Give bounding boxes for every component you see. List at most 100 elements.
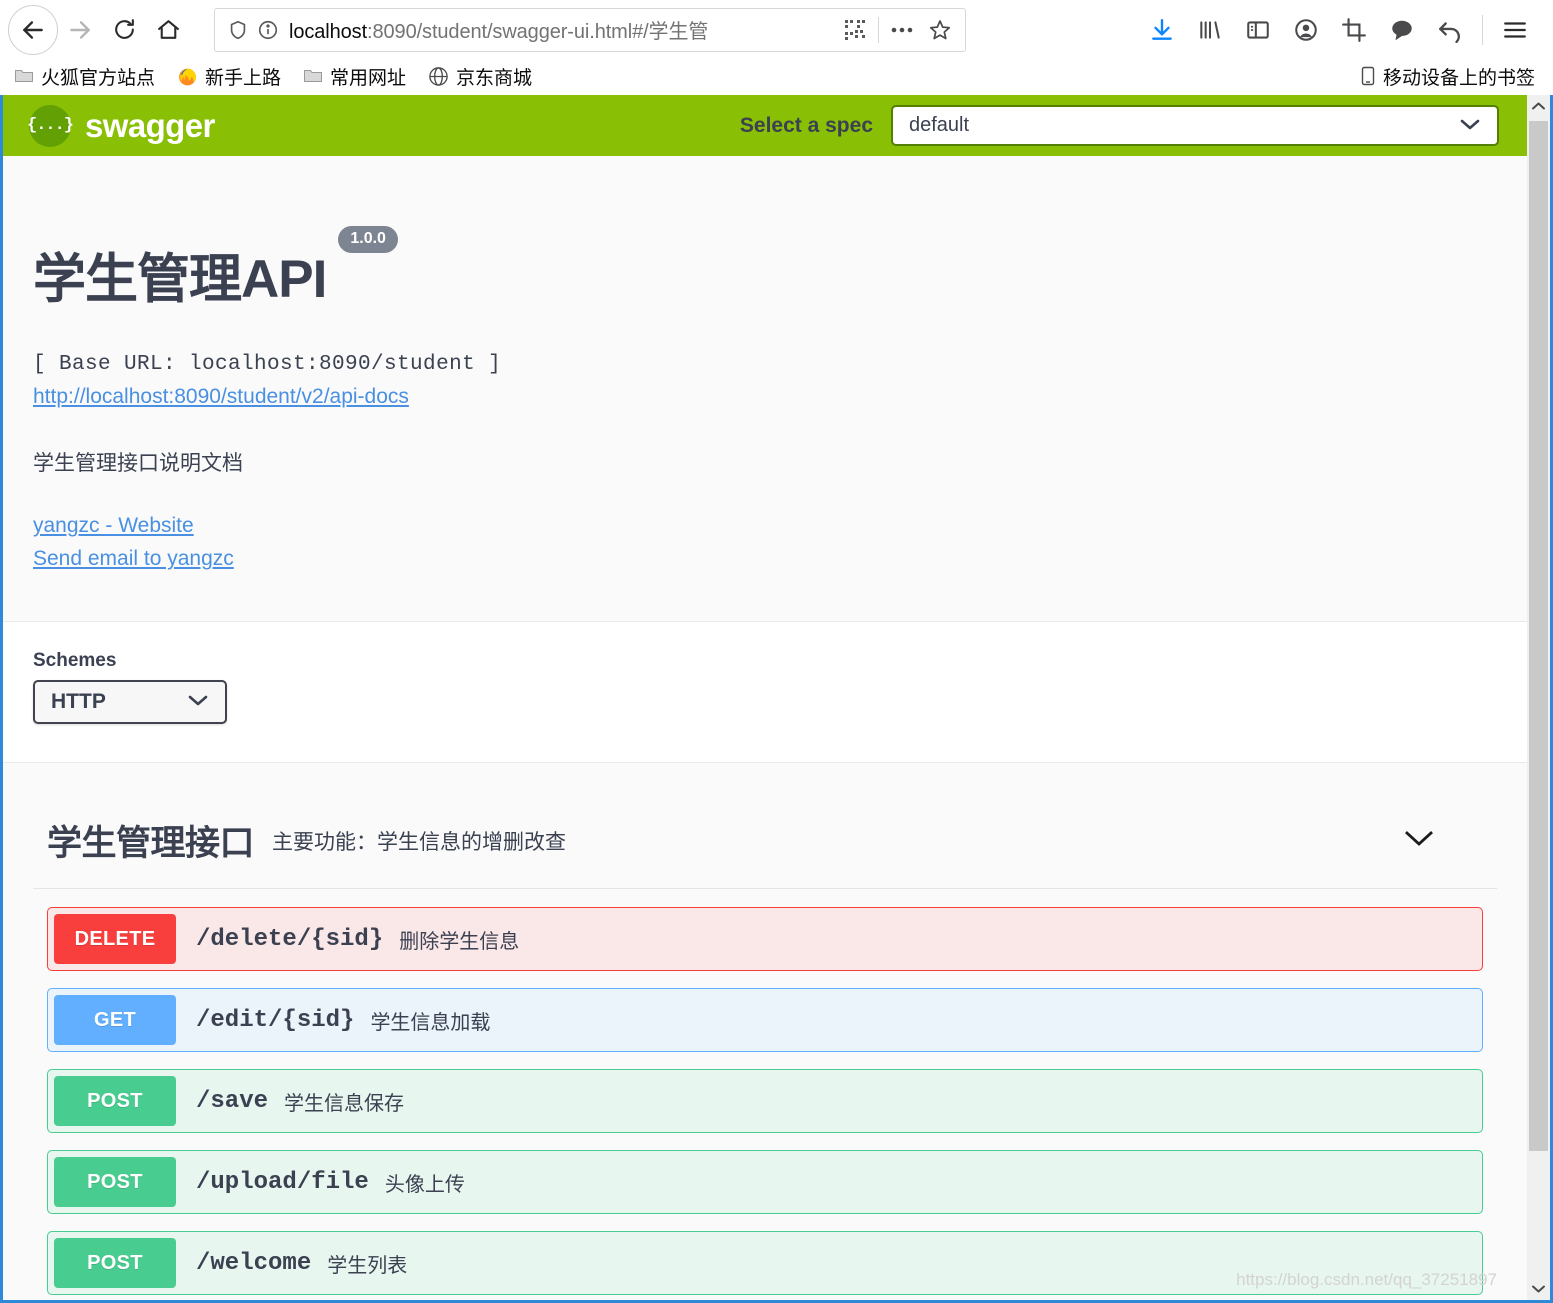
folder-icon: [14, 66, 34, 86]
info-icon[interactable]: [257, 19, 279, 41]
operation-row[interactable]: POST /welcome 学生列表: [47, 1231, 1483, 1296]
operation-summary-area: /delete/{sid} 删除学生信息: [182, 908, 1482, 970]
contact-email-link[interactable]: Send email to yangzc: [33, 542, 1497, 575]
operation-summary-area: /upload/file 头像上传: [182, 1151, 1482, 1213]
swagger-brace-glyph: {...}: [27, 116, 74, 135]
account-icon[interactable]: [1282, 8, 1330, 52]
swagger-brace-icon: {...}: [27, 104, 74, 147]
mobile-bookmarks-label: 移动设备上的书签: [1382, 67, 1535, 89]
chevron-down-icon: [1459, 114, 1481, 137]
tag-expand-toggle[interactable]: [1401, 827, 1483, 854]
folder-icon: [303, 66, 323, 86]
firefox-icon: [177, 66, 198, 87]
scroll-up-arrow-icon[interactable]: [1527, 95, 1550, 117]
api-title-row: 学生管理API 1.0.0: [33, 216, 1497, 343]
operation-summary: 学生列表: [327, 1254, 408, 1277]
scroll-down-arrow-icon[interactable]: [1527, 1278, 1550, 1300]
api-info: 学生管理API 1.0.0 [ Base URL: localhost:8090…: [33, 156, 1497, 621]
tag-name: 学生管理接口: [47, 824, 255, 864]
operation-summary-area: /save 学生信息保存: [182, 1070, 1482, 1132]
swagger-topbar: {...} swagger Select a spec default: [3, 95, 1527, 156]
operation-row[interactable]: POST /upload/file 头像上传: [47, 1150, 1483, 1215]
browser-viewport: {...} swagger Select a spec default 学生管理…: [0, 95, 1553, 1303]
schemes-select[interactable]: HTTP: [33, 680, 227, 725]
pocket-icon[interactable]: [1378, 8, 1426, 52]
bookmark-item[interactable]: 京东商城: [428, 63, 532, 90]
menu-icon[interactable]: [1491, 8, 1539, 52]
base-url: [ Base URL: localhost:8090/student ]: [33, 352, 502, 376]
operation-method-badge: POST: [54, 1238, 176, 1289]
operation-summary-area: /welcome 学生列表: [182, 1232, 1482, 1294]
operation-row[interactable]: POST /save 学生信息保存: [47, 1069, 1483, 1134]
api-info-container: 学生管理API 1.0.0 [ Base URL: localhost:8090…: [3, 156, 1527, 622]
bookmark-label: 京东商城: [456, 67, 533, 89]
operation-row[interactable]: DELETE /delete/{sid} 删除学生信息: [47, 907, 1483, 972]
qrcode-icon[interactable]: [836, 11, 874, 49]
schemes-select-value: HTTP: [51, 690, 106, 714]
download-icon[interactable]: [1138, 8, 1186, 52]
swagger-logo[interactable]: {...} swagger: [27, 104, 215, 147]
ellipsis-icon[interactable]: [883, 11, 921, 49]
page-title: 学生管理API: [33, 249, 327, 309]
swagger-wordmark: swagger: [85, 106, 215, 144]
tag-description: 主要功能：学生信息的增删改查: [272, 830, 567, 854]
bookmark-label: 常用网址: [330, 67, 407, 89]
spec-select-value: default: [909, 114, 970, 136]
url-divider: [878, 16, 879, 43]
toolbar-divider: [1482, 14, 1483, 45]
mobile-bookmarks-item[interactable]: 移动设备上的书签: [1359, 63, 1539, 90]
operation-summary: 学生信息保存: [284, 1092, 405, 1115]
url-host: localhost: [289, 21, 368, 43]
swagger-ui-page: {...} swagger Select a spec default 学生管理…: [3, 95, 1527, 1300]
operation-path: /edit/{sid}: [196, 1006, 355, 1034]
bookmark-label: 火狐官方站点: [41, 67, 156, 89]
operation-summary: 头像上传: [384, 1173, 465, 1196]
reload-button[interactable]: [102, 8, 146, 52]
operation-summary: 删除学生信息: [399, 930, 520, 953]
spec-select[interactable]: default: [891, 105, 1499, 146]
url-bar[interactable]: localhost:8090/student/swagger-ui.html#/…: [214, 7, 966, 52]
browser-chrome: localhost:8090/student/swagger-ui.html#/…: [0, 0, 1553, 95]
back-button[interactable]: [8, 4, 58, 55]
schemes-section: Schemes HTTP: [3, 621, 1527, 763]
contact-website-link[interactable]: yangzc - Website: [33, 509, 1497, 542]
browser-toolbar-actions: [1138, 8, 1545, 52]
bookmark-item[interactable]: 火狐官方站点: [14, 63, 155, 90]
sidebar-icon[interactable]: [1234, 8, 1282, 52]
operations-section: 学生管理接口 主要功能：学生信息的增删改查 DELETE /delete/{si…: [3, 762, 1527, 1296]
bookmark-label: 新手上路: [205, 67, 282, 89]
operation-method-badge: GET: [54, 995, 176, 1046]
forward-button[interactable]: [58, 8, 102, 52]
url-text: localhost:8090/student/swagger-ui.html#/…: [289, 15, 836, 44]
operation-summary: 学生信息加载: [370, 1011, 491, 1034]
mobile-icon: [1359, 66, 1377, 86]
shield-icon: [227, 19, 249, 41]
library-icon[interactable]: [1186, 8, 1234, 52]
version-badge: 1.0.0: [338, 226, 398, 253]
tag-header[interactable]: 学生管理接口 主要功能：学生信息的增删改查: [33, 763, 1497, 890]
undo-icon[interactable]: [1426, 8, 1474, 52]
operation-method-badge: POST: [54, 1076, 176, 1127]
bookmarks-bar: 火狐官方站点 新手上路 常用网址 京东商城 移动设备上的书签: [0, 59, 1553, 93]
url-path: :8090/student/swagger-ui.html#/学生管: [367, 21, 709, 43]
screenshot-icon[interactable]: [1330, 8, 1378, 52]
contact-links: yangzc - Website Send email to yangzc: [33, 509, 1497, 575]
select-spec-label: Select a spec: [739, 113, 873, 137]
api-docs-link[interactable]: http://localhost:8090/student/v2/api-doc…: [33, 385, 409, 409]
home-button[interactable]: [146, 8, 190, 52]
bookmark-item[interactable]: 新手上路: [177, 63, 281, 90]
vertical-scrollbar[interactable]: [1527, 95, 1550, 1300]
operation-path: /save: [196, 1087, 269, 1115]
browser-navigation-toolbar: localhost:8090/student/swagger-ui.html#/…: [0, 0, 1553, 59]
url-bar-actions: [836, 9, 965, 51]
bookmark-item[interactable]: 常用网址: [303, 63, 406, 90]
operation-path: /upload/file: [196, 1168, 369, 1196]
operation-row[interactable]: GET /edit/{sid} 学生信息加载: [47, 988, 1483, 1053]
star-icon[interactable]: [921, 11, 959, 49]
operation-summary-area: /edit/{sid} 学生信息加载: [182, 989, 1482, 1051]
scrollbar-thumb[interactable]: [1529, 121, 1548, 1151]
operation-method-badge: DELETE: [54, 914, 176, 965]
schemes-label: Schemes: [33, 650, 117, 672]
operation-method-badge: POST: [54, 1157, 176, 1208]
